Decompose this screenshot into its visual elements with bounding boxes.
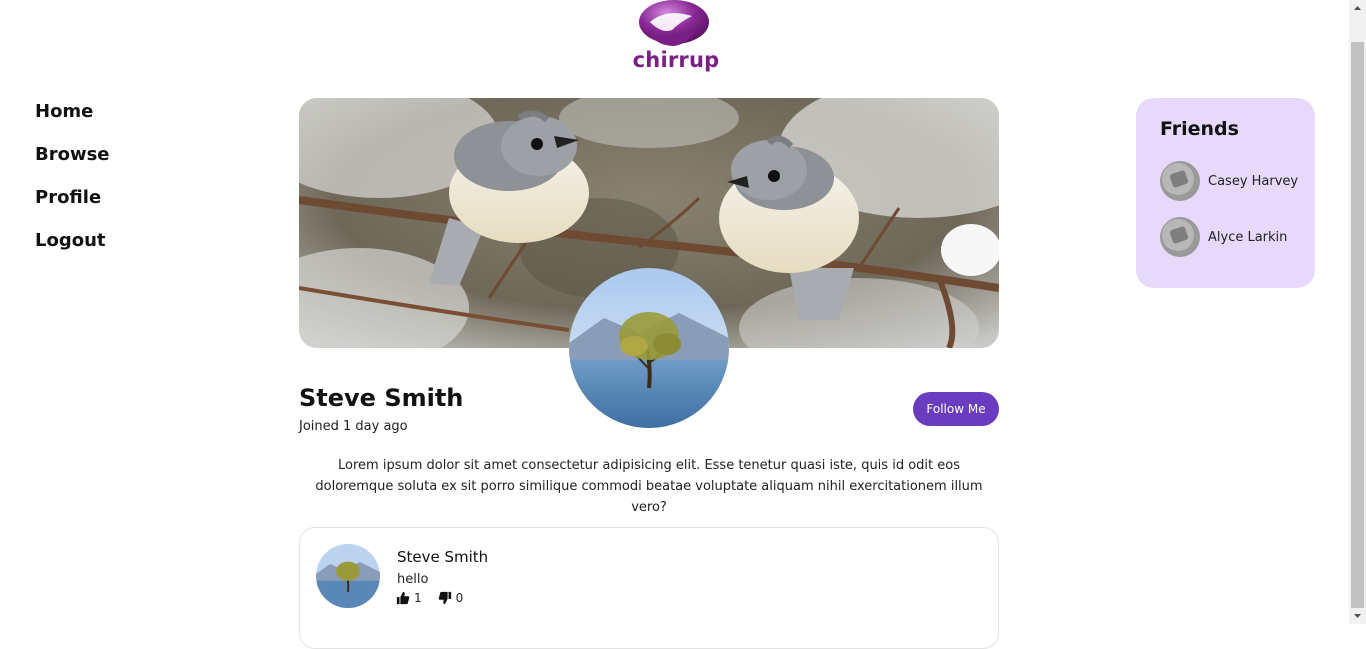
nav-item-home[interactable]: Home: [35, 100, 110, 143]
friend-avatar: [1160, 217, 1200, 257]
profile-avatar: [569, 268, 729, 428]
dislike-button[interactable]: 0: [438, 591, 464, 605]
friends-panel: Friends Casey Harvey Alyce Larkin: [1136, 98, 1315, 288]
friend-item-alyce-larkin[interactable]: Alyce Larkin: [1160, 217, 1287, 257]
thumbs-down-icon: [438, 591, 451, 605]
bird-logo-icon: [639, 0, 709, 46]
like-button[interactable]: 1: [396, 591, 422, 605]
profile-name: Steve Smith: [299, 384, 464, 412]
joined-date: Joined 1 day ago: [299, 419, 408, 434]
friend-item-casey-harvey[interactable]: Casey Harvey: [1160, 161, 1298, 201]
post-text: hello: [397, 572, 429, 587]
brand-logo[interactable]: chirrup: [632, 0, 722, 75]
page-scrollbar[interactable]: [1349, 0, 1366, 624]
dislike-count: 0: [455, 591, 464, 605]
scroll-up-arrow-icon[interactable]: [1349, 0, 1366, 17]
profile-bio: Lorem ipsum dolor sit amet consectetur a…: [315, 458, 983, 515]
nav-item-profile[interactable]: Profile: [35, 186, 110, 229]
friend-avatar: [1160, 161, 1200, 201]
post-card: Steve Smith hello 1 0: [299, 527, 999, 649]
nav-item-logout[interactable]: Logout: [35, 229, 110, 272]
main-nav: Home Browse Profile Logout: [35, 100, 110, 272]
friend-name: Alyce Larkin: [1208, 229, 1288, 245]
post-author-name[interactable]: Steve Smith: [397, 548, 488, 566]
scrollbar-thumb[interactable]: [1351, 42, 1364, 608]
follow-button[interactable]: Follow Me: [913, 392, 999, 426]
like-count: 1: [414, 591, 422, 605]
post-author-avatar[interactable]: [316, 544, 380, 608]
nav-item-browse[interactable]: Browse: [35, 143, 110, 186]
post-reactions: 1 0: [396, 591, 479, 605]
scroll-down-arrow-icon[interactable]: [1349, 607, 1366, 624]
friend-name: Casey Harvey: [1208, 173, 1299, 189]
friends-title: Friends: [1160, 118, 1239, 140]
thumbs-up-icon: [396, 591, 410, 605]
brand-name: chirrup: [632, 48, 720, 72]
